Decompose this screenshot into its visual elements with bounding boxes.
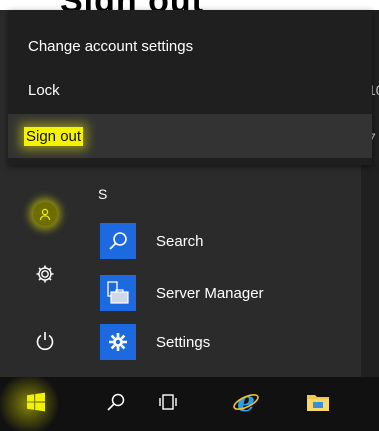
taskbar-search-button[interactable] <box>92 377 140 431</box>
app-label: Settings <box>156 333 211 351</box>
app-server-manager[interactable]: Server Manager <box>100 275 264 311</box>
power-button[interactable] <box>28 327 62 361</box>
app-label: Server Manager <box>156 284 264 302</box>
power-icon <box>35 330 55 359</box>
change-account-settings-item[interactable]: Change account settings <box>8 24 372 68</box>
start-button[interactable] <box>0 377 72 431</box>
user-avatar-icon <box>33 202 57 226</box>
lock-item[interactable]: Lock <box>8 68 372 112</box>
sign-out-item[interactable]: Sign out <box>8 114 372 158</box>
taskbar: e <box>0 377 379 431</box>
file-explorer-button[interactable] <box>294 377 342 431</box>
section-header-letter[interactable]: S <box>98 186 107 202</box>
app-search[interactable]: Search <box>100 223 204 259</box>
app-settings[interactable]: Settings <box>100 324 210 360</box>
file-explorer-icon <box>305 391 331 418</box>
gear-icon <box>34 263 56 291</box>
account-flyout-menu: Change account settings Lock Sign out <box>8 10 372 165</box>
server-manager-icon <box>100 275 136 311</box>
user-account-button[interactable] <box>28 197 62 231</box>
menu-item-label: Change account settings <box>28 37 194 55</box>
settings-gear-icon <box>100 324 136 360</box>
menu-item-label: Sign out <box>24 126 84 146</box>
windows-start-icon <box>26 392 46 417</box>
settings-button[interactable] <box>28 260 62 294</box>
search-icon <box>100 223 136 259</box>
search-icon <box>106 392 126 417</box>
app-label: Search <box>156 232 204 250</box>
task-view-icon <box>157 393 179 416</box>
svg-text:e: e <box>237 387 255 417</box>
task-view-button[interactable] <box>144 377 192 431</box>
internet-explorer-icon: e <box>231 385 261 422</box>
menu-item-label: Lock <box>28 81 60 99</box>
internet-explorer-button[interactable]: e <box>222 377 270 431</box>
